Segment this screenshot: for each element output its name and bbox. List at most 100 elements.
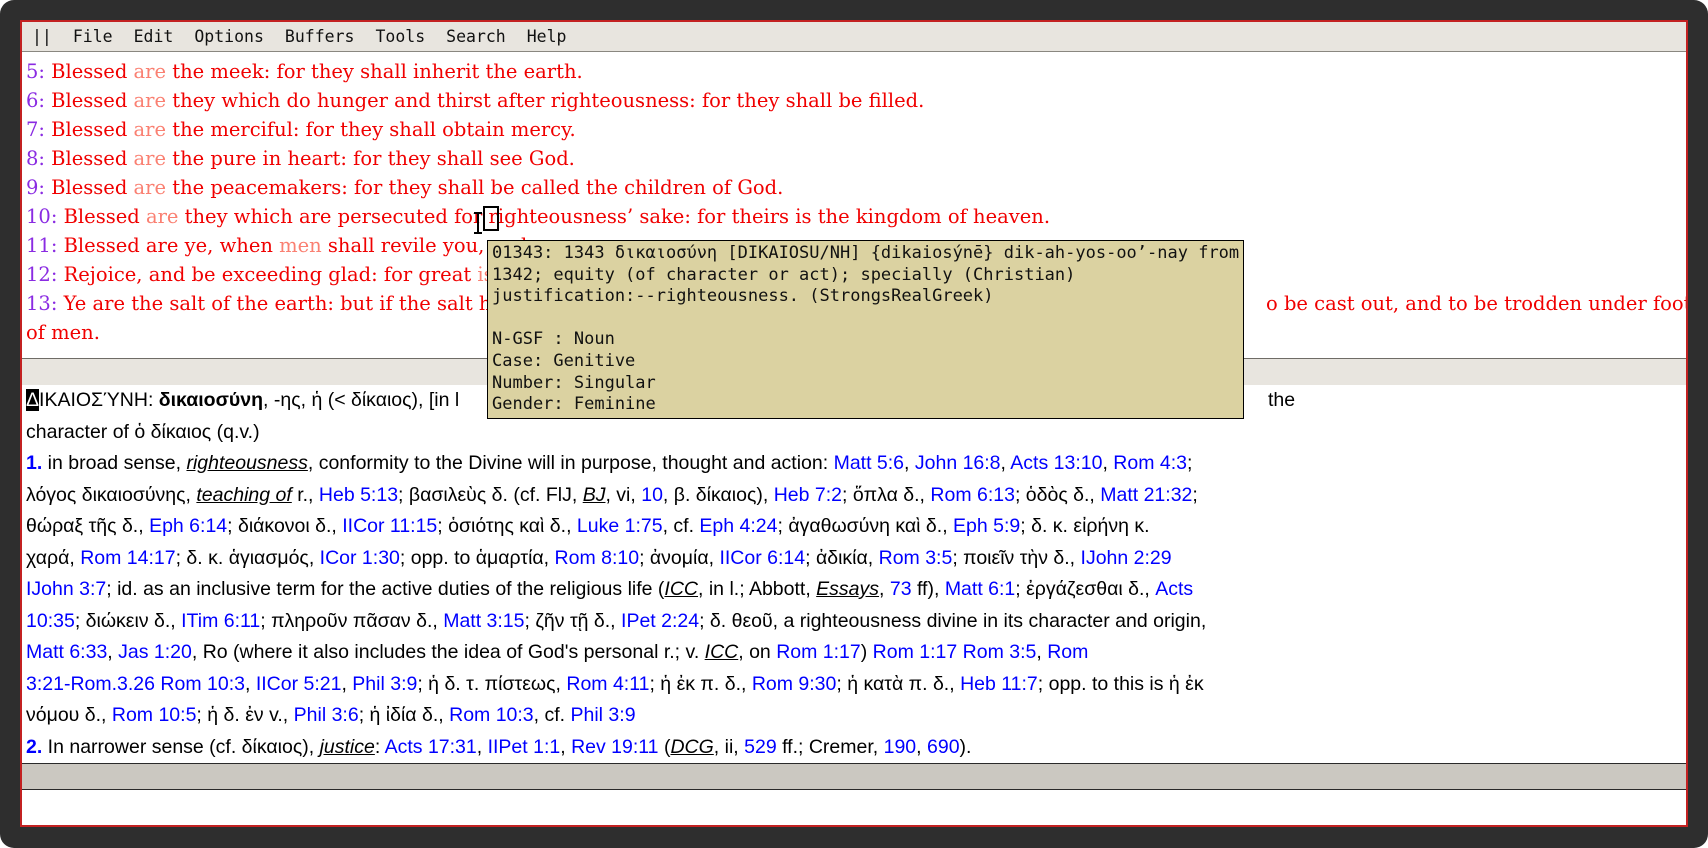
scripture-ref-link[interactable]: Rom 3:5 (879, 547, 953, 569)
tooltip-line: 01343: 1343 δικαιοσύνη [DIKAIOSU/NH] {di… (492, 243, 1239, 265)
scripture-ref-link[interactable]: 10 (641, 484, 663, 506)
scripture-ref-link[interactable]: 529 (744, 736, 777, 758)
echo-area[interactable]: (diatheke nil *temp* t -b Robinson -o m … (22, 790, 1686, 827)
lexicon-text: ff), (912, 578, 945, 600)
menu-item-options[interactable]: Options (194, 27, 264, 46)
lexicon-text: , on (738, 641, 776, 663)
scripture-ref-link[interactable]: Phil 3:9 (352, 673, 417, 695)
lexicon-text: ; δ. θεοῦ, a righteousness divine in its… (699, 610, 1206, 632)
scripture-ref-link[interactable]: Jas 1:20 (118, 641, 192, 663)
lexicon-line: character of ὁ δίκαιος (q.v.) (26, 417, 1686, 449)
verse-number: 11: (26, 234, 57, 257)
scripture-ref-link[interactable]: Rom 10:5 (112, 704, 197, 726)
lexicon-text: ; (1192, 484, 1197, 506)
scripture-ref-link[interactable]: Matt 3:15 (443, 610, 524, 632)
scripture-ref-link[interactable]: Rom 9:30 (752, 673, 837, 695)
scripture-ref-link[interactable]: Rom 14:17 (80, 547, 175, 569)
scripture-ref-link[interactable]: IICor 5:21 (256, 673, 342, 695)
scripture-ref-link[interactable]: IJohn 3:7 (26, 578, 106, 600)
lexicon-text: ; διάκονοι δ., (227, 515, 342, 537)
scripture-ref-link[interactable]: IPet 2:24 (621, 610, 699, 632)
scripture-ref-link[interactable]: Rom (1047, 641, 1088, 663)
lexicon-text: λόγος δικαιοσύνης, (26, 484, 196, 506)
lexicon-text: ( (659, 736, 671, 758)
lexicon-text: , (477, 736, 488, 758)
lexicon-text: , in l.; Abbott, (698, 578, 816, 600)
scripture-ref-link[interactable]: IIPet 1:1 (488, 736, 561, 758)
scripture-ref-link[interactable]: Rev 19:11 (571, 736, 658, 758)
tooltip-line: Number: Singular (492, 373, 1239, 395)
menu-item-buffers[interactable]: Buffers (285, 27, 355, 46)
scripture-ref-link[interactable]: John 16:8 (915, 452, 1001, 474)
lexicon-text: ; (1187, 452, 1192, 474)
verse-text: they which do hunger and thirst after ri… (166, 89, 924, 112)
verse-line: 8: Blessed are the pure in heart: for th… (26, 144, 1686, 173)
lexicon-text: ΙΚΑΙΟΣΎΝΗ: (39, 389, 159, 411)
scripture-ref-link[interactable]: ITim 6:11 (181, 610, 260, 632)
menu-item-edit[interactable]: Edit (134, 27, 174, 46)
lexicon-text: In narrower sense (cf. δίκαιος), (42, 736, 319, 758)
scripture-ref-link[interactable]: IICor 6:14 (719, 547, 805, 569)
scripture-ref-link[interactable]: Rom 1:17 (873, 641, 958, 663)
lexicon-text: ; δ. κ. ἁγιασμός, (176, 547, 320, 569)
scripture-ref-link[interactable]: Matt 6:1 (945, 578, 1015, 600)
menu-item-file[interactable]: File (73, 27, 113, 46)
scripture-ref-link[interactable]: Matt 5:6 (834, 452, 904, 474)
sense-number: 2. (26, 736, 42, 758)
lexicon-line: 1. in broad sense, righteousness, confor… (26, 448, 1686, 480)
menu-item-search[interactable]: Search (446, 27, 506, 46)
scripture-ref-link[interactable]: 690 (927, 736, 960, 758)
tooltip-line: Case: Genitive (492, 351, 1239, 373)
verse-number: 10: (26, 205, 57, 228)
scripture-ref-link[interactable]: Rom 6:13 (930, 484, 1015, 506)
scripture-ref-link[interactable]: Rom 1:17 (776, 641, 861, 663)
scripture-ref-link[interactable]: Heb 11:7 (960, 673, 1038, 695)
lexicon-line: 10:35; διώκειν δ., ITim 6:11; πληροῦν πᾶ… (26, 606, 1686, 638)
lexicon-text: in broad sense, (42, 452, 186, 474)
scripture-ref-link[interactable]: Eph 6:14 (149, 515, 227, 537)
scripture-ref-link[interactable]: Acts 17:31 (385, 736, 477, 758)
verse-text: the peacemakers: for they shall be calle… (166, 176, 783, 199)
scripture-ref-link[interactable]: Heb 7:2 (774, 484, 842, 506)
verse-number: 8: (26, 147, 45, 170)
menu-item-help[interactable]: Help (527, 27, 567, 46)
lexicon-text: , Ro (where it also includes the idea of… (192, 641, 705, 663)
scripture-ref-link[interactable]: ICor 1:30 (320, 547, 400, 569)
lexicon-text: ; πληροῦν πᾶσαν δ., (260, 610, 443, 632)
scripture-ref-link[interactable]: Rom 4:3 (1113, 452, 1187, 474)
lexicon-text: , cf. (534, 704, 571, 726)
scripture-ref-link[interactable]: Rom 8:10 (555, 547, 640, 569)
lexicon-line: 2. In narrower sense (cf. δίκαιος), just… (26, 732, 1686, 764)
scripture-ref-link[interactable]: IICor 11:15 (342, 515, 437, 537)
scripture-ref-link[interactable]: 3:21-Rom.3.26 (26, 673, 155, 695)
scripture-ref-link[interactable]: Luke 1:75 (577, 515, 663, 537)
scripture-ref-link[interactable]: Phil 3:6 (294, 704, 359, 726)
italic-term: BJ (583, 484, 606, 506)
supplied-word: are (134, 147, 167, 170)
scripture-ref-link[interactable]: Eph 5:9 (953, 515, 1020, 537)
scripture-ref-link[interactable]: IJohn 2:29 (1081, 547, 1172, 569)
lexicon-buffer[interactable]: ΔΙΚΑΙΟΣΎΝΗ: δικαιοσύνη, -ης, ἡ (< δίκαιο… (22, 385, 1686, 763)
scripture-ref-link[interactable]: 190 (884, 736, 917, 758)
scripture-ref-link[interactable]: Rom 10:3 (449, 704, 534, 726)
scripture-ref-link[interactable]: Rom 3:5 (963, 641, 1037, 663)
supplied-word: are (134, 60, 167, 83)
scripture-ref-link[interactable]: Heb 5:13 (319, 484, 398, 506)
scripture-ref-link[interactable]: Acts 13:10 (1010, 452, 1102, 474)
lexicon-text: r., (292, 484, 319, 506)
scripture-ref-link[interactable]: Matt 21:32 (1100, 484, 1192, 506)
scripture-ref-link[interactable]: Matt 6:33 (26, 641, 107, 663)
tooltip-line: N-GSF : Noun (492, 329, 1239, 351)
scripture-ref-link[interactable]: Rom 10:3 (160, 673, 245, 695)
scripture-ref-link[interactable]: 10:35 (26, 610, 75, 632)
scripture-ref-link[interactable]: Rom 4:11 (566, 673, 649, 695)
menu-item-tools[interactable]: Tools (375, 27, 425, 46)
verse-line: 10: Blessed are they which are persecute… (26, 202, 1686, 231)
scripture-ref-link[interactable]: Acts (1155, 578, 1193, 600)
scripture-ref-link[interactable]: 73 (890, 578, 912, 600)
lexicon-text: ff.; Cremer, (777, 736, 884, 758)
desktop-background: || File Edit Options Buffers Tools Searc… (0, 0, 1708, 848)
scripture-ref-link[interactable]: Phil 3:9 (571, 704, 636, 726)
tooltip-line: Gender: Feminine (492, 394, 1239, 416)
scripture-ref-link[interactable]: Eph 4:24 (699, 515, 777, 537)
